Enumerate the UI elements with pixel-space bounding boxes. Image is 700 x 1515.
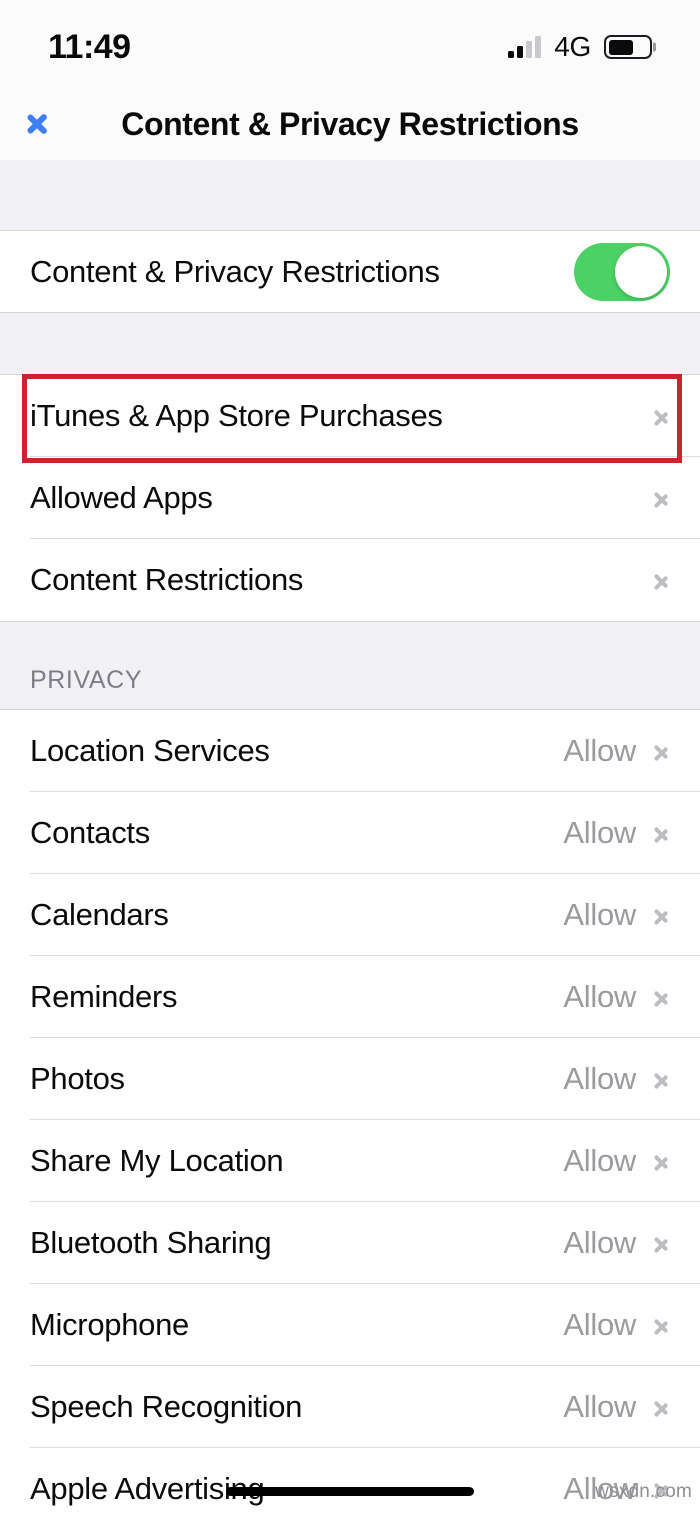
- chevron-right-icon: [653, 982, 670, 1012]
- row-accessory: Allow: [563, 1061, 670, 1097]
- chevron-right-icon: [653, 1310, 670, 1340]
- chevron-right-icon: [653, 1392, 670, 1422]
- chevron-right-icon: [653, 1228, 670, 1258]
- toggle-knob: [615, 245, 667, 298]
- settings-list[interactable]: Content & Privacy Restrictions iTunes & …: [0, 160, 700, 1515]
- status-bar-indicators: 4G: [508, 25, 656, 63]
- master-toggle-group: Content & Privacy Restrictions: [0, 230, 700, 313]
- row-label: Share My Location: [30, 1143, 284, 1178]
- restrictions-group: iTunes & App Store Purchases Allowed App…: [0, 374, 700, 622]
- row-value: Allow: [563, 1389, 636, 1424]
- row-accessory: Allow: [563, 979, 670, 1015]
- row-value: Allow: [563, 1143, 636, 1178]
- chevron-right-icon: [653, 483, 670, 513]
- row-accessory: Allow: [563, 815, 670, 851]
- row-accessory: Allow: [563, 1389, 670, 1425]
- chevron-right-icon: [653, 900, 670, 930]
- row-allowed-apps[interactable]: Allowed Apps: [0, 457, 700, 539]
- row-label: Calendars: [30, 897, 169, 932]
- status-bar: 11:49 4G: [0, 0, 700, 88]
- row-content-restrictions[interactable]: Content Restrictions: [0, 539, 700, 621]
- watermark: wsxdn.com: [595, 1481, 692, 1502]
- row-accessory: [653, 401, 670, 431]
- row-label: Reminders: [30, 979, 178, 1014]
- row-label: Speech Recognition: [30, 1389, 303, 1424]
- spacer-top: [0, 160, 700, 230]
- row-accessory: Allow: [563, 897, 670, 933]
- row-accessory: Allow: [563, 1225, 670, 1261]
- row-label: Microphone: [30, 1307, 189, 1342]
- signal-bars-icon: [508, 36, 542, 58]
- row-accessory: [653, 565, 670, 595]
- home-indicator[interactable]: [226, 1487, 474, 1496]
- spacer-restrictions: [0, 313, 700, 374]
- carrier-label: 4G: [554, 31, 591, 62]
- chevron-right-icon: [653, 818, 670, 848]
- row-contacts[interactable]: Contacts Allow: [0, 792, 700, 874]
- row-photos[interactable]: Photos Allow: [0, 1038, 700, 1120]
- row-value: Allow: [563, 1061, 636, 1096]
- row-value: Allow: [563, 979, 636, 1014]
- row-location-services[interactable]: Location Services Allow: [0, 710, 700, 792]
- row-itunes-app-store-purchases[interactable]: iTunes & App Store Purchases: [0, 375, 700, 457]
- row-label: Photos: [30, 1061, 125, 1096]
- chevron-right-icon: [653, 565, 670, 595]
- row-value: Allow: [563, 1307, 636, 1342]
- row-label: Allowed Apps: [30, 480, 213, 515]
- privacy-group: Location Services Allow Contacts Allow C…: [0, 710, 700, 1515]
- section-header-privacy: PRIVACY: [0, 622, 700, 710]
- page-title: Content & Privacy Restrictions: [121, 105, 579, 142]
- row-label: Contacts: [30, 815, 150, 850]
- row-accessory: [653, 483, 670, 513]
- row-bluetooth-sharing[interactable]: Bluetooth Sharing Allow: [0, 1202, 700, 1284]
- battery-icon: [604, 35, 656, 59]
- status-bar-time: 11:49: [48, 28, 131, 66]
- row-label: Bluetooth Sharing: [30, 1225, 272, 1260]
- chevron-right-icon: [653, 736, 670, 766]
- chevron-right-icon: [653, 1146, 670, 1176]
- row-speech-recognition[interactable]: Speech Recognition Allow: [0, 1366, 700, 1448]
- navigation-bar: Content & Privacy Restrictions: [0, 88, 700, 160]
- row-content-privacy-restrictions[interactable]: Content & Privacy Restrictions: [0, 231, 700, 312]
- row-share-my-location[interactable]: Share My Location Allow: [0, 1120, 700, 1202]
- row-value: Allow: [563, 815, 636, 850]
- row-reminders[interactable]: Reminders Allow: [0, 956, 700, 1038]
- row-accessory: Allow: [563, 733, 670, 769]
- content-privacy-restrictions-toggle[interactable]: [574, 242, 670, 301]
- row-value: Allow: [563, 733, 636, 768]
- chevron-right-icon: [653, 1064, 670, 1094]
- row-value: Allow: [563, 897, 636, 932]
- row-value: Allow: [563, 1225, 636, 1260]
- chevron-left-icon: [26, 104, 48, 144]
- row-label: Location Services: [30, 733, 270, 768]
- row-microphone[interactable]: Microphone Allow: [0, 1284, 700, 1366]
- row-accessory: Allow: [563, 1307, 670, 1343]
- row-accessory: [574, 242, 670, 301]
- row-accessory: Allow: [563, 1143, 670, 1179]
- row-label: Content & Privacy Restrictions: [30, 253, 440, 289]
- row-label: Content Restrictions: [30, 562, 304, 597]
- row-calendars[interactable]: Calendars Allow: [0, 874, 700, 956]
- row-label: iTunes & App Store Purchases: [30, 398, 443, 433]
- chevron-right-icon: [653, 401, 670, 431]
- iphone-screen: 11:49 4G Content & Privacy Restrictions …: [0, 0, 700, 1515]
- back-button[interactable]: [14, 101, 60, 147]
